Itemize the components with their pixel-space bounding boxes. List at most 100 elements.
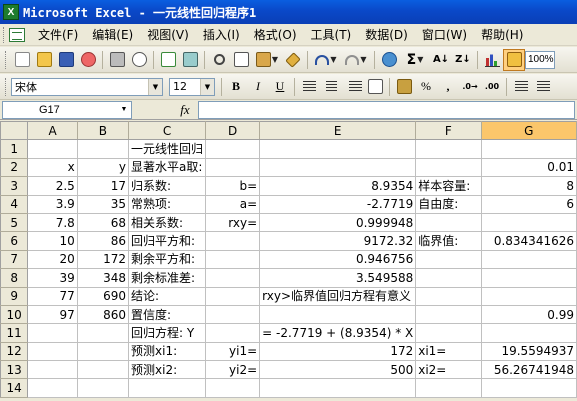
cell-a10[interactable]: 97 bbox=[27, 304, 78, 325]
cell-e2[interactable] bbox=[259, 157, 417, 178]
cell-f3[interactable]: 样本容量: bbox=[415, 176, 482, 196]
research-button[interactable] bbox=[179, 49, 201, 71]
cell-c2[interactable]: 显著水平a取: bbox=[128, 157, 207, 178]
cell-g3[interactable]: 8 bbox=[480, 176, 577, 196]
cell-c12[interactable]: 预测xi1: bbox=[128, 341, 207, 362]
cell-a9[interactable]: 77 bbox=[27, 286, 78, 306]
align-right-button[interactable] bbox=[342, 76, 364, 98]
cell-f2[interactable] bbox=[415, 157, 482, 178]
cell-e11[interactable]: = -2.7719 + (8.9354) * X bbox=[259, 323, 417, 343]
drawing-button[interactable] bbox=[503, 48, 525, 71]
row-header[interactable]: 5 bbox=[0, 212, 29, 233]
column-header-g[interactable]: G bbox=[480, 120, 577, 141]
column-header-a[interactable]: A bbox=[27, 120, 78, 141]
formula-input[interactable] bbox=[198, 100, 575, 119]
new-button[interactable] bbox=[11, 49, 33, 71]
align-center-button[interactable] bbox=[320, 76, 342, 98]
cell-c8[interactable]: 剩余标准差: bbox=[128, 268, 207, 288]
cell-e5[interactable]: 0.999948 bbox=[259, 212, 417, 233]
chevron-down-icon[interactable]: ▼ bbox=[200, 78, 214, 95]
cell-d4[interactable]: a= bbox=[205, 194, 261, 214]
menu-window[interactable]: 窗口(W) bbox=[415, 25, 474, 45]
cell-a3[interactable]: 2.5 bbox=[27, 176, 78, 196]
cell-a12[interactable] bbox=[27, 341, 78, 362]
open-button[interactable] bbox=[33, 49, 55, 71]
menu-format[interactable]: 格式(O) bbox=[247, 25, 304, 45]
cell-e10[interactable] bbox=[259, 304, 417, 325]
cell-b11[interactable] bbox=[76, 323, 130, 343]
cell-a14[interactable] bbox=[27, 378, 78, 398]
cell-e9[interactable]: rxy>临界值回归方程有意义 bbox=[259, 286, 417, 306]
cell-c1[interactable]: 一元线性回归 bbox=[128, 139, 207, 159]
increase-decimal-button[interactable]: .0→ bbox=[459, 76, 481, 98]
cell-b12[interactable] bbox=[76, 341, 130, 362]
zoom-box[interactable]: 100% bbox=[525, 50, 555, 69]
cell-a8[interactable]: 39 bbox=[27, 268, 78, 288]
cell-c3[interactable]: 归系数: bbox=[128, 176, 207, 196]
cell-d12[interactable]: yi1= bbox=[205, 341, 261, 362]
menu-edit[interactable]: 编辑(E) bbox=[85, 25, 140, 45]
cell-b1[interactable] bbox=[76, 139, 130, 159]
cell-a13[interactable] bbox=[27, 360, 78, 380]
chevron-down-icon[interactable]: ▼ bbox=[148, 78, 162, 95]
excel-icon[interactable]: X bbox=[3, 4, 19, 20]
column-header-f[interactable]: F bbox=[415, 120, 482, 141]
cell-b10[interactable]: 860 bbox=[76, 304, 130, 325]
menu-data[interactable]: 数据(D) bbox=[358, 25, 415, 45]
sort-descending-button[interactable]: Z↓ bbox=[452, 49, 474, 71]
percent-button[interactable]: % bbox=[415, 76, 437, 98]
decrease-indent-button[interactable] bbox=[510, 76, 532, 98]
cell-c11[interactable]: 回归方程: Y bbox=[128, 323, 207, 343]
cell-e8[interactable]: 3.549588 bbox=[259, 268, 417, 288]
cell-c6[interactable]: 回归平方和: bbox=[128, 231, 207, 251]
cell-a2[interactable]: x bbox=[27, 157, 78, 178]
cell-f4[interactable]: 自由度: bbox=[415, 194, 482, 214]
cell-e3[interactable]: 8.9354 bbox=[259, 176, 417, 196]
row-header[interactable]: 8 bbox=[0, 268, 29, 288]
redo-button[interactable]: ▼ bbox=[341, 49, 371, 71]
align-left-button[interactable] bbox=[298, 76, 320, 98]
cell-d6[interactable] bbox=[205, 231, 261, 251]
cell-g9[interactable] bbox=[480, 286, 577, 306]
cell-e12[interactable]: 172 bbox=[259, 341, 417, 362]
cell-b6[interactable]: 86 bbox=[76, 231, 130, 251]
cell-c5[interactable]: 相关系数: bbox=[128, 212, 207, 233]
cell-f13[interactable]: xi2= bbox=[415, 360, 482, 380]
cell-d13[interactable]: yi2= bbox=[205, 360, 261, 380]
cell-c9[interactable]: 结论: bbox=[128, 286, 207, 306]
cell-d10[interactable] bbox=[205, 304, 261, 325]
row-header[interactable]: 9 bbox=[0, 286, 29, 306]
italic-button[interactable]: I bbox=[247, 76, 269, 98]
cell-c13[interactable]: 预测xi2: bbox=[128, 360, 207, 380]
cell-b2[interactable]: y bbox=[76, 157, 130, 178]
currency-button[interactable] bbox=[393, 76, 415, 98]
select-all-corner[interactable] bbox=[0, 120, 29, 141]
row-header[interactable]: 12 bbox=[0, 341, 29, 362]
insert-function-icon[interactable]: fx bbox=[172, 102, 198, 118]
cell-d11[interactable] bbox=[205, 323, 261, 343]
cell-d5[interactable]: rxy= bbox=[205, 212, 261, 233]
cut-button[interactable] bbox=[208, 49, 230, 71]
cell-d9[interactable] bbox=[205, 286, 261, 306]
decrease-decimal-button[interactable]: .00 bbox=[481, 76, 503, 98]
menu-insert[interactable]: 插入(I) bbox=[196, 25, 247, 45]
row-header[interactable]: 4 bbox=[0, 194, 29, 214]
cell-a7[interactable]: 20 bbox=[27, 249, 78, 270]
cell-b9[interactable]: 690 bbox=[76, 286, 130, 306]
menu-grip[interactable] bbox=[3, 26, 6, 43]
save-button[interactable] bbox=[55, 49, 77, 71]
cell-a11[interactable] bbox=[27, 323, 78, 343]
cell-f9[interactable] bbox=[415, 286, 482, 306]
font-select[interactable]: 宋体 ▼ bbox=[11, 77, 163, 96]
cell-f10[interactable] bbox=[415, 304, 482, 325]
underline-button[interactable]: U bbox=[269, 76, 291, 98]
cell-g5[interactable] bbox=[480, 212, 577, 233]
column-header-d[interactable]: D bbox=[205, 120, 261, 141]
row-header[interactable]: 6 bbox=[0, 231, 29, 251]
cell-a4[interactable]: 3.9 bbox=[27, 194, 78, 214]
permission-button[interactable] bbox=[77, 49, 99, 71]
cell-c10[interactable]: 置信度: bbox=[128, 304, 207, 325]
menu-help[interactable]: 帮助(H) bbox=[474, 25, 530, 45]
spelling-button[interactable] bbox=[157, 49, 179, 71]
undo-button[interactable]: ▼ bbox=[311, 49, 341, 71]
